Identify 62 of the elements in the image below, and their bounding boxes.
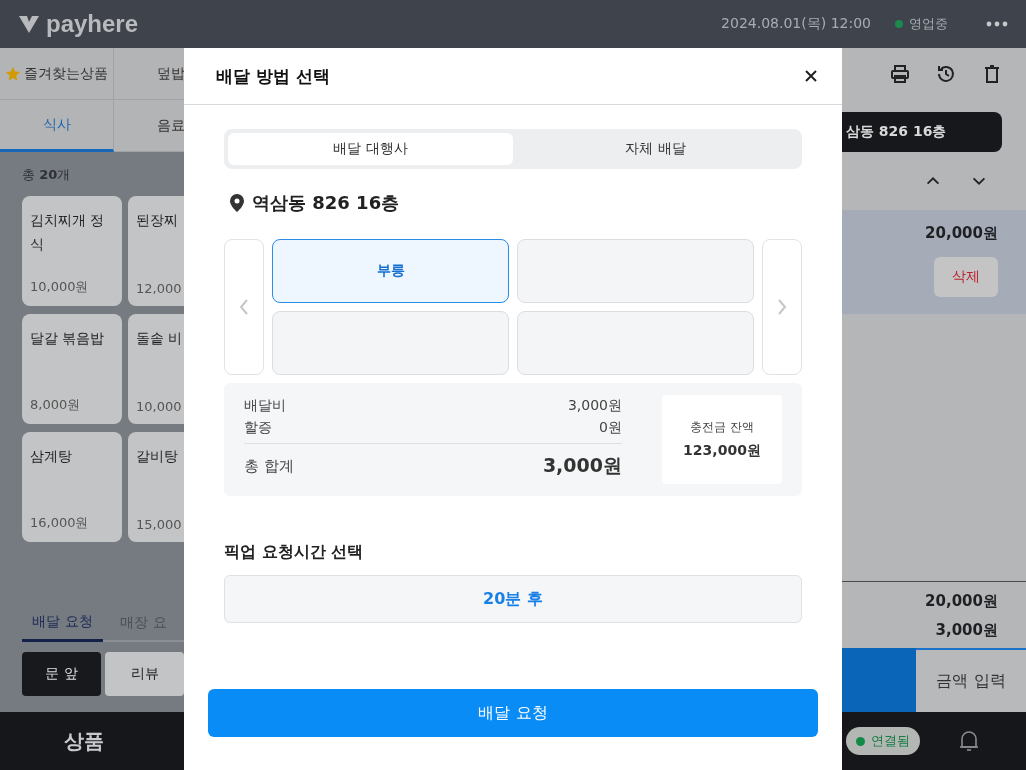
product-card[interactable]: 돌솥 비 10,000 (128, 314, 184, 424)
chevron-left-icon (238, 298, 250, 316)
chevron-right-icon (776, 298, 788, 316)
balance-label: 충전금 잔액 (690, 419, 754, 436)
status-text: 영업중 (909, 15, 948, 33)
product-name: 김치찌개 정식 (30, 211, 106, 254)
balance-value: 123,000원 (683, 442, 761, 460)
provider-option[interactable]: 부릉 (272, 239, 509, 303)
logo-text: payhere (46, 10, 139, 38)
total-value: 3,000원 (935, 621, 998, 640)
request-chip[interactable]: 리뷰 (105, 652, 184, 696)
delivery-tab[interactable]: 배달 대행사 (228, 133, 513, 165)
print-icon[interactable] (890, 64, 910, 84)
star-icon (5, 65, 21, 82)
product-card[interactable]: 삼계탕 16,000원 (22, 432, 122, 542)
delivery-tab[interactable]: 자체 배달 (513, 133, 798, 165)
category-tab[interactable]: 덮밥 (114, 48, 184, 100)
status-dot (895, 20, 903, 28)
fee-label: 배달비 (244, 397, 286, 415)
product-name: 갈비탕 (136, 447, 179, 466)
product-card[interactable]: 된장찌 12,000 (128, 196, 184, 306)
fee-value: 0원 (599, 419, 622, 437)
history-icon[interactable] (936, 64, 956, 84)
product-card[interactable]: 김치찌개 정식 10,000원 (22, 196, 122, 306)
product-price: 16,000원 (30, 514, 90, 532)
product-price: 12,000 (136, 281, 183, 296)
product-name: 된장찌 (136, 211, 179, 230)
category-tab[interactable]: 즐겨찾는상품 (0, 48, 114, 100)
pickup-time-select[interactable]: 20분 후 (224, 575, 802, 623)
product-card[interactable]: 갈비탕 15,000 (128, 432, 184, 542)
product-price: 10,000원 (30, 278, 90, 296)
more-icon[interactable] (986, 21, 1008, 27)
dialog-title: 배달 방법 선택 (216, 64, 330, 88)
delete-button[interactable]: 삭제 (934, 257, 998, 297)
product-price: 15,000 (136, 517, 183, 532)
product-name: 돌솥 비 (136, 329, 184, 348)
product-name: 달갈 볶음밥 (30, 329, 106, 348)
location-pin-icon (230, 194, 244, 212)
date-time: 2024.08.01(목) 12:00 (721, 15, 871, 33)
logo-icon (18, 14, 40, 34)
order-price: 20,000원 (925, 223, 998, 243)
address-bar[interactable]: 삼동 826 16층 (842, 112, 1002, 152)
request-chip[interactable]: 문 앞 (22, 652, 101, 696)
total-value: 20,000원 (925, 592, 998, 611)
fee-label: 할증 (244, 419, 272, 437)
order-row[interactable]: 20,000원 삭제 (842, 210, 1026, 314)
bell-icon[interactable] (958, 729, 980, 753)
connection-badge: 연결됨 (846, 727, 920, 755)
product-price: 10,000 (136, 399, 183, 414)
product-card[interactable]: 달갈 볶음밥 8,000원 (22, 314, 122, 424)
product-count: 총 20개 (21, 166, 72, 184)
trash-icon[interactable] (982, 64, 1002, 84)
total-label: 총 합계 (244, 456, 294, 476)
delivery-address: 역삼동 826 16층 (252, 191, 400, 215)
close-icon (804, 69, 818, 83)
product-price: 8,000원 (30, 396, 82, 414)
category-tab[interactable]: 음료 (114, 100, 184, 152)
pickup-label: 픽업 요청시간 선택 (224, 542, 365, 563)
total-amount: 3,000원 (542, 453, 622, 478)
fee-value: 3,000원 (567, 397, 622, 415)
product-name: 삼계탕 (30, 447, 73, 466)
nav-label[interactable]: 상품 (64, 727, 104, 755)
